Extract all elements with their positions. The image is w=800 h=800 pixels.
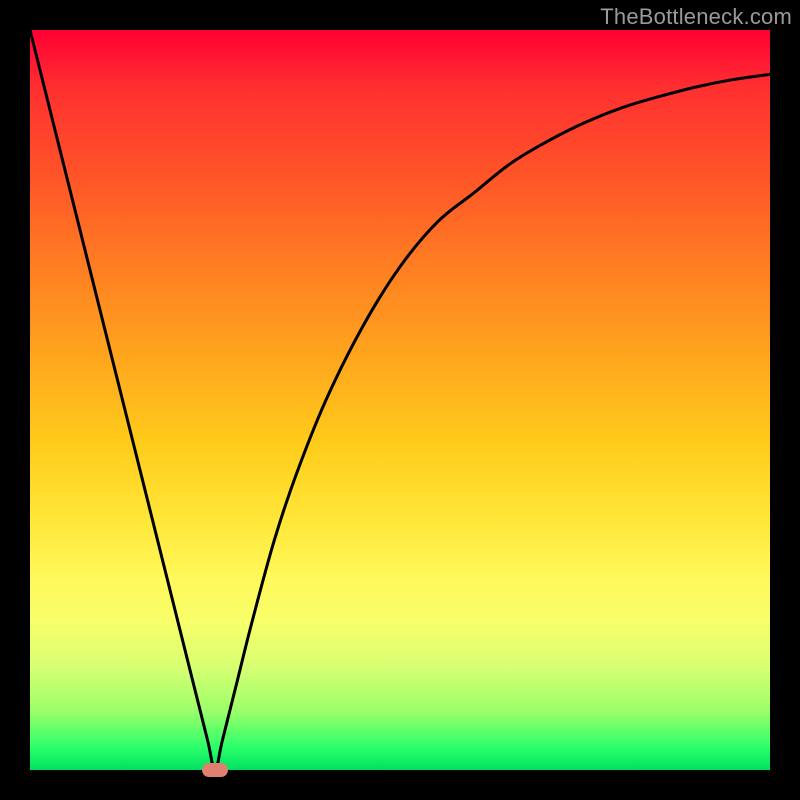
chart-container: TheBottleneck.com (0, 0, 800, 800)
bottleneck-curve (30, 30, 770, 770)
watermark-text: TheBottleneck.com (600, 4, 792, 30)
minimum-marker-icon (202, 763, 228, 777)
curve-svg (30, 30, 770, 770)
